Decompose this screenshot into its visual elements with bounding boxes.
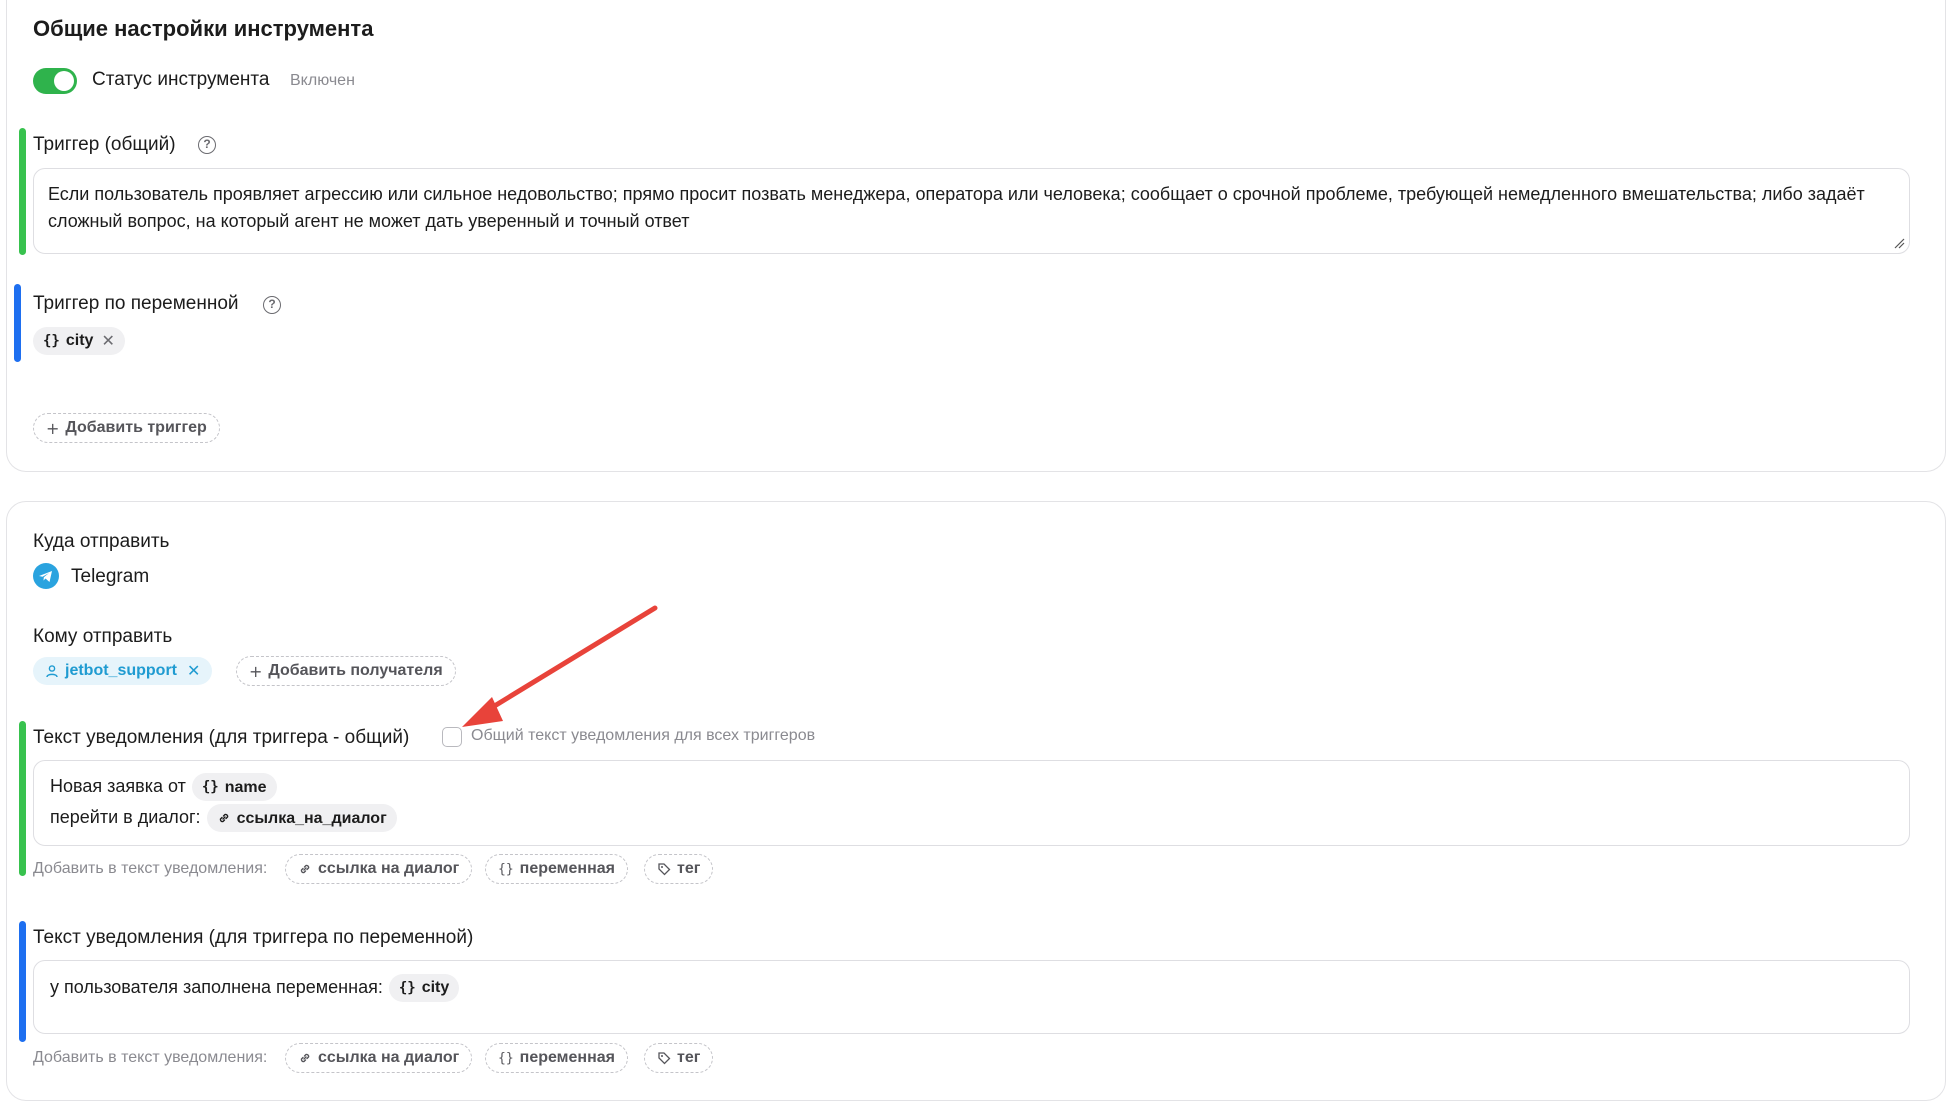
help-icon[interactable]: ? [198, 136, 216, 154]
whom-label: Кому отправить [33, 626, 173, 647]
notif-var-accent-bar [19, 921, 26, 1042]
general-settings-title: Общие настройки инструмента [33, 16, 374, 41]
insert-variable-label: переменная [519, 860, 615, 877]
link-chip-label: ссылка_на_диалог [236, 809, 387, 827]
status-label: Статус инструмента [92, 69, 270, 90]
notif-general-line-2: перейти в диалог: ссылка_на_диалог [50, 802, 1893, 833]
notif-var-text: у пользователя заполнена переменная: [50, 977, 383, 997]
plus-icon: + [46, 418, 60, 438]
plus-icon: + [249, 661, 263, 681]
notif-general-line1-text: Новая заявка от [50, 776, 186, 796]
tag-icon [658, 863, 671, 876]
status-value: Включен [290, 72, 355, 89]
channel-name[interactable]: Telegram [71, 566, 149, 588]
trigger-var-accent-bar [14, 284, 21, 362]
tag-icon [658, 1052, 671, 1065]
insert-link-label: ссылка на диалог [318, 1049, 460, 1066]
add-recipient-button[interactable]: + Добавить получателя [236, 656, 456, 686]
user-icon [46, 665, 58, 678]
add-recipient-label: Добавить получателя [268, 662, 443, 679]
variable-chip-label: city [421, 979, 450, 997]
variable-icon: {} [498, 1050, 514, 1066]
trigger-var-chip[interactable]: {} city ✕ [33, 327, 125, 355]
telegram-icon [33, 563, 59, 589]
variable-icon: {} [398, 980, 416, 997]
add-to-text-label: Добавить в текст уведомления: [33, 1049, 268, 1066]
insert-tag-label: тег [677, 1049, 701, 1066]
trigger-general-label: Триггер (общий) [33, 134, 176, 155]
insert-variable-button[interactable]: {} переменная [485, 854, 628, 884]
link-icon [300, 1053, 310, 1063]
trigger-general-textarea[interactable]: Если пользователь проявляет агрессию или… [33, 168, 1910, 254]
notif-var-textarea[interactable]: у пользователя заполнена переменная: {} ci… [33, 960, 1910, 1034]
insert-tag-button[interactable]: тег [644, 854, 714, 884]
link-icon [300, 864, 310, 874]
notif-general-line2-text: перейти в диалог: [50, 807, 201, 827]
insert-tag-button[interactable]: тег [644, 1043, 714, 1073]
insert-link-label: ссылка на диалог [318, 860, 460, 877]
add-trigger-button[interactable]: + Добавить триггер [33, 413, 220, 443]
insert-tag-label: тег [677, 860, 701, 877]
trigger-var-label: Триггер по переменной [33, 293, 239, 314]
variable-icon: {} [498, 861, 514, 877]
notif-general-accent-bar [19, 721, 26, 876]
notif-general-line-1: Новая заявка от {} name [50, 771, 1893, 802]
insert-variable-button[interactable]: {} переменная [485, 1043, 628, 1073]
variable-chip-label: name [224, 778, 267, 796]
common-text-checkbox[interactable] [442, 727, 462, 747]
recipient-chip[interactable]: jetbot_support ✕ [33, 657, 213, 685]
remove-icon[interactable]: ✕ [187, 661, 200, 681]
insert-link-button[interactable]: ссылка на диалог [285, 1043, 473, 1073]
trigger-general-accent-bar [19, 128, 26, 255]
remove-icon[interactable]: ✕ [101, 331, 114, 351]
toggle-knob [54, 71, 74, 91]
common-text-checkbox-label: Общий текст уведомления для всех триггер… [471, 727, 816, 744]
variable-chip-city[interactable]: {} city [388, 974, 460, 1003]
variable-icon: {} [43, 333, 60, 349]
add-to-text-label: Добавить в текст уведомления: [33, 860, 268, 877]
recipient-label: jetbot_support [65, 662, 177, 679]
where-label: Куда отправить [33, 531, 170, 552]
insert-link-button[interactable]: ссылка на диалог [285, 854, 473, 884]
insert-variable-label: переменная [519, 1049, 615, 1066]
add-trigger-label: Добавить триггер [65, 419, 207, 436]
link-icon [219, 814, 228, 823]
status-toggle[interactable] [33, 68, 77, 94]
trigger-var-chip-label: city [65, 332, 94, 349]
trigger-general-text: Если пользователь проявляет агрессию или… [48, 184, 1865, 231]
help-icon[interactable]: ? [263, 296, 281, 314]
notif-general-label: Текст уведомления (для триггера - общий) [33, 727, 410, 748]
variable-chip-name[interactable]: {} name [191, 773, 277, 802]
resize-handle-icon[interactable] [1893, 237, 1905, 249]
notif-general-textarea[interactable]: Новая заявка от {} name перейти в диалог: с… [33, 760, 1910, 846]
variable-icon: {} [201, 778, 219, 795]
notif-var-label: Текст уведомления (для триггера по перем… [33, 927, 474, 948]
link-chip-dialog[interactable]: ссылка_на_диалог [206, 804, 397, 833]
